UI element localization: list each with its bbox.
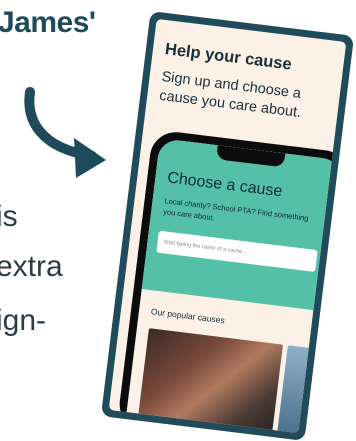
background-text-line-2: extra	[0, 250, 63, 283]
cause-search-input[interactable]: Start typing the name of a cause...	[156, 230, 318, 273]
background-text-line-3: ign-	[0, 304, 47, 337]
cause-photo-card[interactable]	[137, 328, 283, 434]
teal-header-panel: Choose a cause Local charity? School PTA…	[141, 138, 343, 312]
phone-screen: Choose a cause Local charity? School PTA…	[124, 138, 343, 434]
background-text-line-1: is	[0, 200, 18, 233]
popular-causes-title: Our popular causes	[150, 306, 226, 326]
choose-cause-description: Local charity? School PTA? Find somethin…	[162, 196, 310, 223]
promo-card-inner: Help your cause Sign up and choose a cau…	[108, 18, 347, 434]
